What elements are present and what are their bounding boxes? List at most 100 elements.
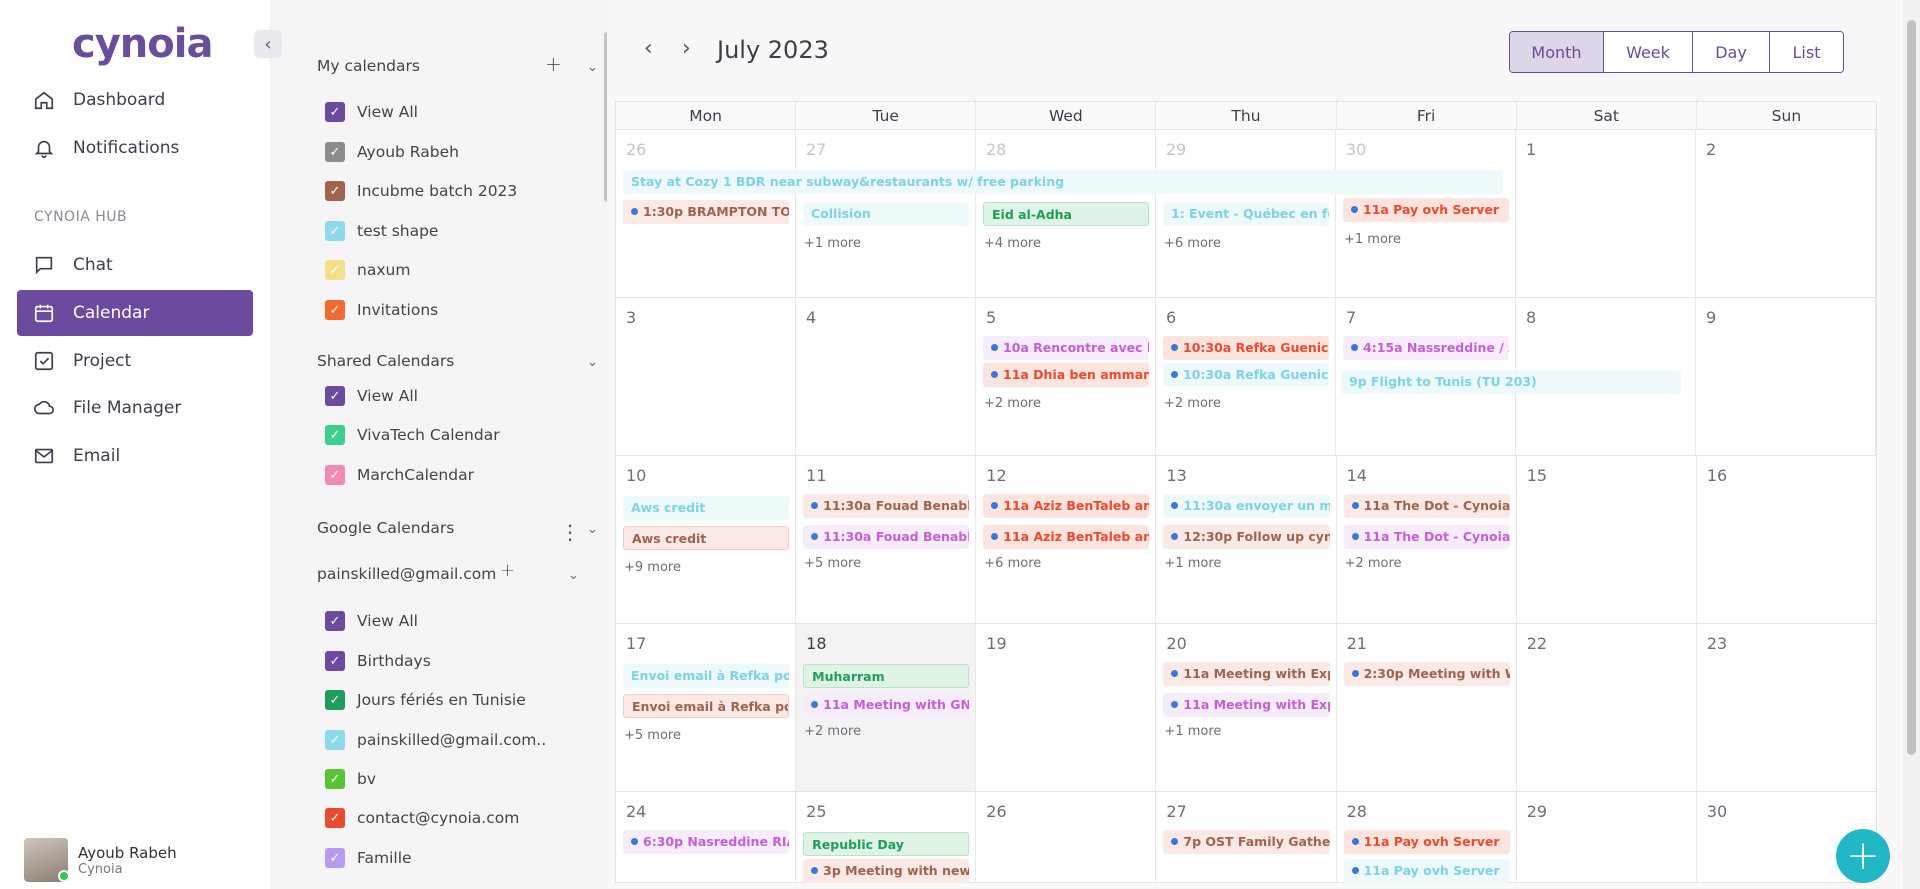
checkbox[interactable]: ✓ [325,102,345,122]
previous-month-button[interactable]: ‹ [644,36,653,61]
add-event-button[interactable]: + [1836,829,1890,883]
event-chip[interactable]: 11a Meeting with Exp [1163,693,1330,717]
more-events-link[interactable]: +6 more [984,556,1041,571]
page-scrollbar-thumb[interactable] [1907,20,1916,755]
day-cell[interactable]: 24 6:30p Nasreddine RIA [616,792,797,882]
event-chip[interactable]: 7p OST Family Gather [1163,830,1330,854]
add-calendar-icon[interactable]: + [545,52,562,76]
event-chip[interactable]: Muharram [803,664,970,688]
calendar-item[interactable]: ✓ bv [325,769,376,789]
more-events-link[interactable]: +6 more [1164,236,1221,251]
day-cell[interactable]: 12 11a Aziz BenTaleb an 11a Aziz BenTale… [976,456,1157,623]
nav-dashboard[interactable]: Dashboard [17,77,253,123]
nav-calendar[interactable]: Calendar [17,290,253,336]
view-week-button[interactable]: Week [1604,32,1693,72]
event-chip[interactable]: 11a Pay ovh Server [1343,830,1510,854]
event-chip[interactable]: 2:30p Meeting with W [1343,662,1510,686]
checkbox[interactable]: ✓ [325,769,345,789]
checkbox[interactable]: ✓ [325,611,345,631]
more-events-link[interactable]: +1 more [1164,556,1221,571]
event-chip[interactable]: Envoi email à Refka pour [623,694,790,718]
day-cell[interactable]: 19 [976,624,1157,791]
day-cell[interactable]: 30 11a Pay ovh Server +1 more [1336,130,1516,297]
day-cell[interactable]: 29 1: Event - Québec en fête +6 more [1156,130,1336,297]
more-events-link[interactable]: +4 more [984,236,1041,251]
checkbox[interactable]: ✓ [325,848,345,868]
day-cell[interactable]: 20 11a Meeting with Exp 11a Meeting with… [1156,624,1337,791]
nav-notifications[interactable]: Notifications [17,125,253,171]
calendar-item[interactable]: ✓ MarchCalendar [325,465,474,485]
event-chip[interactable]: 10a Rencontre avec le [983,336,1149,360]
calendar-item[interactable]: ✓ test shape [325,221,438,241]
day-cell[interactable]: 17 Envoi email à Refka pour Envoi email … [616,624,797,791]
event-chip[interactable]: Aws credit [623,526,790,550]
page-scrollbar[interactable] [1903,0,1920,889]
event-chip[interactable]: 11a Aziz BenTaleb an [983,494,1150,518]
event-chip[interactable]: 4:15a Nassreddine / A [1343,336,1509,360]
day-cell-today[interactable]: 18 Muharram 11a Meeting with GN +2 more [796,624,977,791]
chevron-down-icon[interactable]: ⌄ [568,568,579,583]
event-chip[interactable]: Republic Day [803,832,970,856]
checkbox[interactable]: ✓ [325,808,345,828]
event-chip[interactable]: Envoi email à Refka pour [623,664,790,688]
next-month-button[interactable]: › [682,36,691,61]
event-chip[interactable]: 11a Aziz BenTaleb an [983,525,1150,549]
event-chip[interactable]: 11a The Dot - Cynoia [1343,494,1510,518]
add-google-calendar-icon[interactable]: + [500,560,515,581]
day-cell[interactable]: 9 [1696,298,1876,455]
checkbox[interactable]: ✓ [325,425,345,445]
view-list-button[interactable]: List [1770,32,1843,72]
day-cell[interactable]: 21 2:30p Meeting with W [1337,624,1517,791]
event-chip[interactable]: 11a Dhia ben ammar [983,363,1149,387]
nav-project[interactable]: Project [17,338,253,384]
event-chip[interactable]: 11:30a envoyer un ms [1163,494,1330,518]
day-cell[interactable]: 10 Aws credit Aws credit +9 more [616,456,797,623]
more-events-link[interactable]: +9 more [624,560,681,575]
multi-day-event[interactable]: 9p Flight to Tunis (TU 203) [1341,370,1681,394]
checkbox[interactable]: ✓ [325,221,345,241]
day-cell[interactable]: 29 [1517,792,1697,882]
checkbox[interactable]: ✓ [325,690,345,710]
collapse-sidebar-button[interactable]: ‹ [254,30,282,58]
checkbox[interactable]: ✓ [325,181,345,201]
day-cell[interactable]: 4 [796,298,976,455]
day-cell[interactable]: 6 10:30a Refka Guenich 10:30a Refka Guen… [1156,298,1336,455]
day-cell[interactable]: 25 Republic Day 3p Meeting with new [796,792,977,883]
day-cell[interactable]: 23 [1697,624,1876,791]
cynoia-logo[interactable]: cynoia [72,20,213,68]
more-events-link[interactable]: +5 more [624,728,681,743]
view-day-button[interactable]: Day [1693,32,1770,72]
calendar-item[interactable]: ✓ View All [325,102,418,122]
event-chip[interactable]: 1:30p BRAMPTON TO [623,200,789,224]
calendar-item[interactable]: ✓ View All [325,386,418,406]
day-cell[interactable]: 28 11a Pay ovh Server 11a Pay ovh Server [1337,792,1517,883]
checkbox[interactable]: ✓ [325,142,345,162]
nav-email[interactable]: Email [17,433,253,479]
more-events-link[interactable]: +1 more [804,236,861,251]
calendar-item[interactable]: ✓ Jours fériés en Tunisie [325,690,526,710]
day-cell[interactable]: 16 [1697,456,1876,623]
day-cell[interactable]: 26 [976,792,1157,882]
event-chip[interactable]: 10:30a Refka Guenich [1163,336,1329,360]
chevron-down-icon[interactable]: ⌄ [587,355,598,370]
calendar-item[interactable]: ✓ naxum [325,260,410,280]
event-chip[interactable]: 12:30p Follow up cyn [1163,525,1330,549]
calendar-item[interactable]: ✓ Invitations [325,300,438,320]
day-cell[interactable]: 22 [1517,624,1697,791]
nav-chat[interactable]: Chat [17,242,253,288]
event-chip[interactable]: Collision [803,202,969,226]
day-cell[interactable]: 13 11:30a envoyer un ms 12:30p Follow up… [1156,456,1337,623]
day-cell[interactable]: 26 1:30p BRAMPTON TO [616,130,796,297]
event-chip[interactable]: 11a Meeting with Exp [1163,662,1330,686]
calendar-item[interactable]: ✓ contact@cynoia.com [325,808,519,828]
checkbox[interactable]: ✓ [325,465,345,485]
day-cell[interactable]: 5 10a Rencontre avec le 11a Dhia ben amm… [976,298,1156,455]
day-cell[interactable]: 3 [616,298,796,455]
calendar-item[interactable]: ✓ painskilled@gmail.com.. [325,730,546,750]
day-cell[interactable]: 11 11:30a Fouad Benabb 11:30a Fouad Bena… [796,456,977,623]
event-chip[interactable]: Aws credit [623,496,790,520]
calendar-item[interactable]: ✓ View All [325,611,418,631]
more-events-link[interactable]: +2 more [804,724,861,739]
more-events-link[interactable]: +2 more [1345,556,1402,571]
calendar-item[interactable]: ✓ Famille [325,848,412,868]
